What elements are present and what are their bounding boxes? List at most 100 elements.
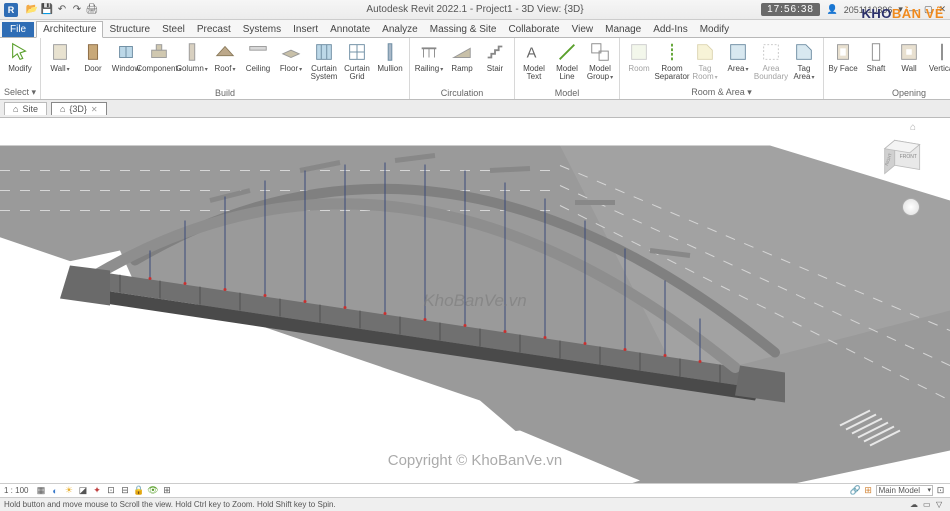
tab-view[interactable]: View [566,22,600,37]
room-button[interactable]: Room [623,39,655,73]
column-button[interactable]: Column [176,39,208,73]
status-cloud-icon[interactable]: ☁ [910,500,920,510]
component-icon [148,41,170,63]
house-icon: ⌂ [60,104,65,114]
railing-icon [418,41,440,63]
recording-time: 17:56:38 [761,3,820,16]
view-tab-3d[interactable]: ⌂{3D}✕ [51,102,107,115]
viewport-3d[interactable]: FRONT RIGHT ⌂ ✥ KhoBanVe.vn Copyright © … [0,118,950,483]
tab-precast[interactable]: Precast [191,22,237,37]
tag-room-button[interactable]: Tag Room [689,39,721,81]
column-icon [181,41,203,63]
hide-icon[interactable]: 👁 [147,485,158,496]
tab-massing[interactable]: Massing & Site [424,22,503,37]
qat-open-icon[interactable]: 📂 [26,4,38,16]
tab-steel[interactable]: Steel [156,22,191,37]
tab-collaborate[interactable]: Collaborate [502,22,565,37]
railing-button[interactable]: Railing [413,39,445,73]
tab-structure[interactable]: Structure [103,22,156,37]
qat-undo-icon[interactable]: ↶ [56,4,68,16]
svg-text:FRONT: FRONT [900,154,917,160]
tag-area-button[interactable]: Tag Area [788,39,820,81]
crop-visible-icon[interactable]: ⊟ [119,485,130,496]
tab-systems[interactable]: Systems [237,22,287,37]
wall-open-icon [898,41,920,63]
tab-architecture[interactable]: Architecture [36,21,103,38]
panel-model: AModel Text Model Line Model Group Model [515,38,620,99]
tag-icon [694,41,716,63]
home-icon[interactable]: ⌂ [910,122,916,133]
view-tab-site[interactable]: ⌂Site [4,102,47,115]
close-tab-icon[interactable]: ✕ [91,105,98,114]
bottom-watermark: Copyright © KhoBanVe.vn [388,452,563,469]
shaft-button[interactable]: Shaft [860,39,892,73]
tab-addins[interactable]: Add-Ins [647,22,693,37]
window-title: Autodesk Revit 2022.1 - Project1 - 3D Vi… [366,4,583,15]
ceiling-icon [247,41,269,63]
menu-bar: File Architecture Structure Steel Precas… [0,20,950,38]
ceiling-button[interactable]: Ceiling [242,39,274,73]
area-boundary-button[interactable]: Area Boundary [755,39,787,81]
tab-modify[interactable]: Modify [694,22,735,37]
qat-print-icon[interactable]: 🖨 [86,4,98,16]
stair-button[interactable]: Stair [479,39,511,73]
status-bar: Hold button and move mouse to Scroll the… [0,497,950,511]
wall-opening-button[interactable]: Wall [893,39,925,73]
room-sep-button[interactable]: Room Separator [656,39,688,81]
stair-icon [484,41,506,63]
document-tabs: ⌂Site ⌂{3D}✕ [0,100,950,118]
tab-analyze[interactable]: Analyze [376,22,424,37]
floor-button[interactable]: Floor [275,39,307,73]
roof-button[interactable]: Roof [209,39,241,73]
mullion-button[interactable]: Mullion [374,39,406,73]
curtain-grid-button[interactable]: Curtain Grid [341,39,373,81]
door-icon [82,41,104,63]
component-button[interactable]: Component [143,39,175,73]
status-select-icon[interactable]: ▭ [923,500,933,510]
model-line-button[interactable]: Model Line [551,39,583,81]
vc-icon[interactable]: ⊡ [935,485,946,496]
panel-room-area: Room Room Separator Tag Room Area Area B… [620,38,824,99]
worksets-icon[interactable]: ⊞ [863,485,874,496]
panel-circulation: Railing Ramp Stair Circulation [410,38,515,99]
by-face-button[interactable]: By Face [827,39,859,73]
render-icon[interactable]: ✦ [91,485,102,496]
door-button[interactable]: Door [77,39,109,73]
shaft-icon [865,41,887,63]
detail-level-icon[interactable]: ▦ [35,485,46,496]
model-group-button[interactable]: Model Group [584,39,616,81]
wall-icon [49,41,71,63]
lock-icon[interactable]: 🔒 [133,485,144,496]
scale-display[interactable]: 1 : 100 [4,486,28,495]
tab-manage[interactable]: Manage [599,22,647,37]
modify-button[interactable]: Modify [3,39,37,73]
status-filter-icon[interactable]: ▽ [936,500,946,510]
ramp-button[interactable]: Ramp [446,39,478,73]
crop-icon[interactable]: ⊡ [105,485,116,496]
model-text-button[interactable]: AModel Text [518,39,550,81]
tab-insert[interactable]: Insert [287,22,324,37]
user-icon[interactable]: 👤 [826,4,837,15]
qat-save-icon[interactable]: 💾 [41,4,53,16]
curtain-grid-icon [346,41,368,63]
main-model-dropdown[interactable]: Main Model [876,485,933,496]
qat-redo-icon[interactable]: ↷ [71,4,83,16]
curtain-system-button[interactable]: Curtain System [308,39,340,81]
view-cube[interactable]: FRONT RIGHT [878,132,928,182]
vertical-button[interactable]: Vertical [926,39,950,73]
panel-opening: By Face Shaft Wall Vertical Dormer Openi… [824,38,950,99]
select-link-icon[interactable]: 🔗 [850,485,861,496]
visual-style-icon[interactable]: ◐ [49,485,60,496]
sun-icon[interactable]: ☀ [63,485,74,496]
shadow-icon[interactable]: ◪ [77,485,88,496]
file-tab[interactable]: File [2,22,34,37]
view-control-bar: 1 : 100 ▦ ◐ ☀ ◪ ✦ ⊡ ⊟ 🔒 👁 ⊞ 🔗 ⊞ Main Mod… [0,483,950,497]
steering-wheel-icon[interactable] [902,198,920,216]
floor-icon [280,41,302,63]
wall-button[interactable]: Wall [44,39,76,73]
roof-icon [214,41,236,63]
tab-annotate[interactable]: Annotate [324,22,376,37]
reveal-icon[interactable]: ⊞ [161,485,172,496]
status-hint: Hold button and move mouse to Scroll the… [4,500,336,509]
area-button[interactable]: Area [722,39,754,73]
